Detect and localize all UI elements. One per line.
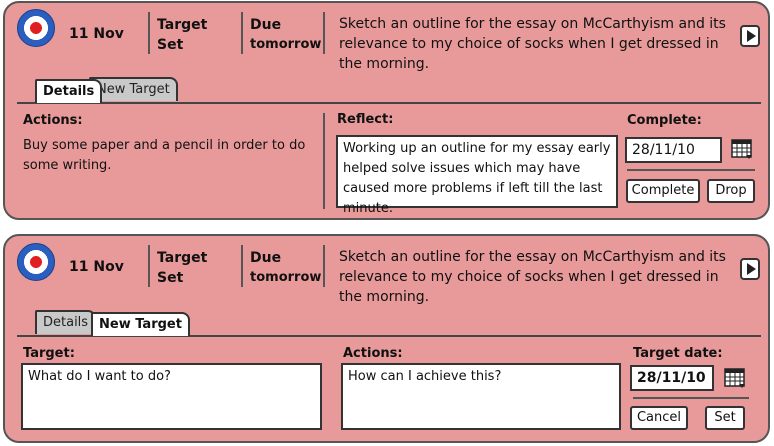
actions-label: Actions: [343, 346, 403, 361]
tab-baseline [17, 102, 761, 104]
drop-button[interactable]: Drop [707, 179, 755, 203]
due-info: Due tomorrow [250, 248, 321, 288]
play-icon[interactable] [740, 25, 760, 47]
target-type-line2: Set [157, 37, 184, 53]
target-type-line2: Set [157, 270, 184, 286]
target-input[interactable]: What do I want to do? [21, 363, 322, 430]
card-date: 11 Nov [69, 259, 124, 275]
target-date-label: Target date: [633, 346, 723, 361]
target-date-field[interactable]: 28/11/10 [630, 365, 714, 391]
target-type: Target Set [157, 15, 207, 55]
due-value: tomorrow [250, 37, 322, 52]
header-divider [323, 12, 325, 54]
complete-date-field[interactable]: 28/11/10 [625, 137, 722, 163]
actions-input[interactable]: How can I achieve this? [341, 363, 621, 430]
target-type-line1: Target [157, 250, 208, 266]
target-description: Sketch an outline for the essay on McCar… [339, 249, 726, 305]
column-divider [323, 113, 325, 209]
cancel-button[interactable]: Cancel [630, 406, 688, 430]
target-type-line1: Target [157, 17, 208, 33]
tab-details[interactable]: Details [35, 310, 97, 334]
header-divider [148, 12, 150, 54]
play-icon[interactable] [740, 258, 760, 280]
target-card-2: 11 Nov Target Set Due tomorrow Sketch an… [3, 234, 770, 443]
due-label: Due [250, 17, 282, 33]
target-card-1: 11 Nov Target Set Due tomorrow Sketch an… [3, 1, 770, 220]
card-date: 11 Nov [69, 26, 124, 42]
target-date-separator [633, 397, 749, 399]
roundel-icon [17, 243, 55, 281]
header-divider [323, 245, 325, 287]
reflect-label: Reflect: [337, 112, 394, 127]
set-button[interactable]: Set [705, 406, 745, 430]
tab-details[interactable]: Details [35, 79, 103, 103]
target-label: Target: [23, 346, 75, 361]
header-divider [241, 12, 243, 54]
due-label: Due [250, 250, 282, 266]
complete-button[interactable]: Complete [626, 179, 700, 203]
complete-separator [627, 169, 755, 171]
reflect-textarea[interactable]: Working up an outline for my essay early… [336, 135, 618, 216]
due-info: Due tomorrow [250, 15, 321, 55]
complete-label: Complete: [627, 113, 702, 128]
actions-text: Buy some paper and a pencil in order to … [23, 138, 306, 173]
roundel-icon [17, 9, 55, 47]
header-divider [148, 245, 150, 287]
tab-new-target[interactable]: New Target [91, 312, 190, 336]
target-type: Target Set [157, 248, 207, 288]
due-value: tomorrow [250, 270, 322, 285]
tab-new-target[interactable]: New Target [89, 77, 178, 101]
actions-label: Actions: [23, 113, 83, 128]
header-divider [241, 245, 243, 287]
target-description: Sketch an outline for the essay on McCar… [339, 16, 726, 72]
calendar-icon[interactable] [724, 366, 746, 388]
calendar-icon[interactable] [731, 137, 753, 159]
